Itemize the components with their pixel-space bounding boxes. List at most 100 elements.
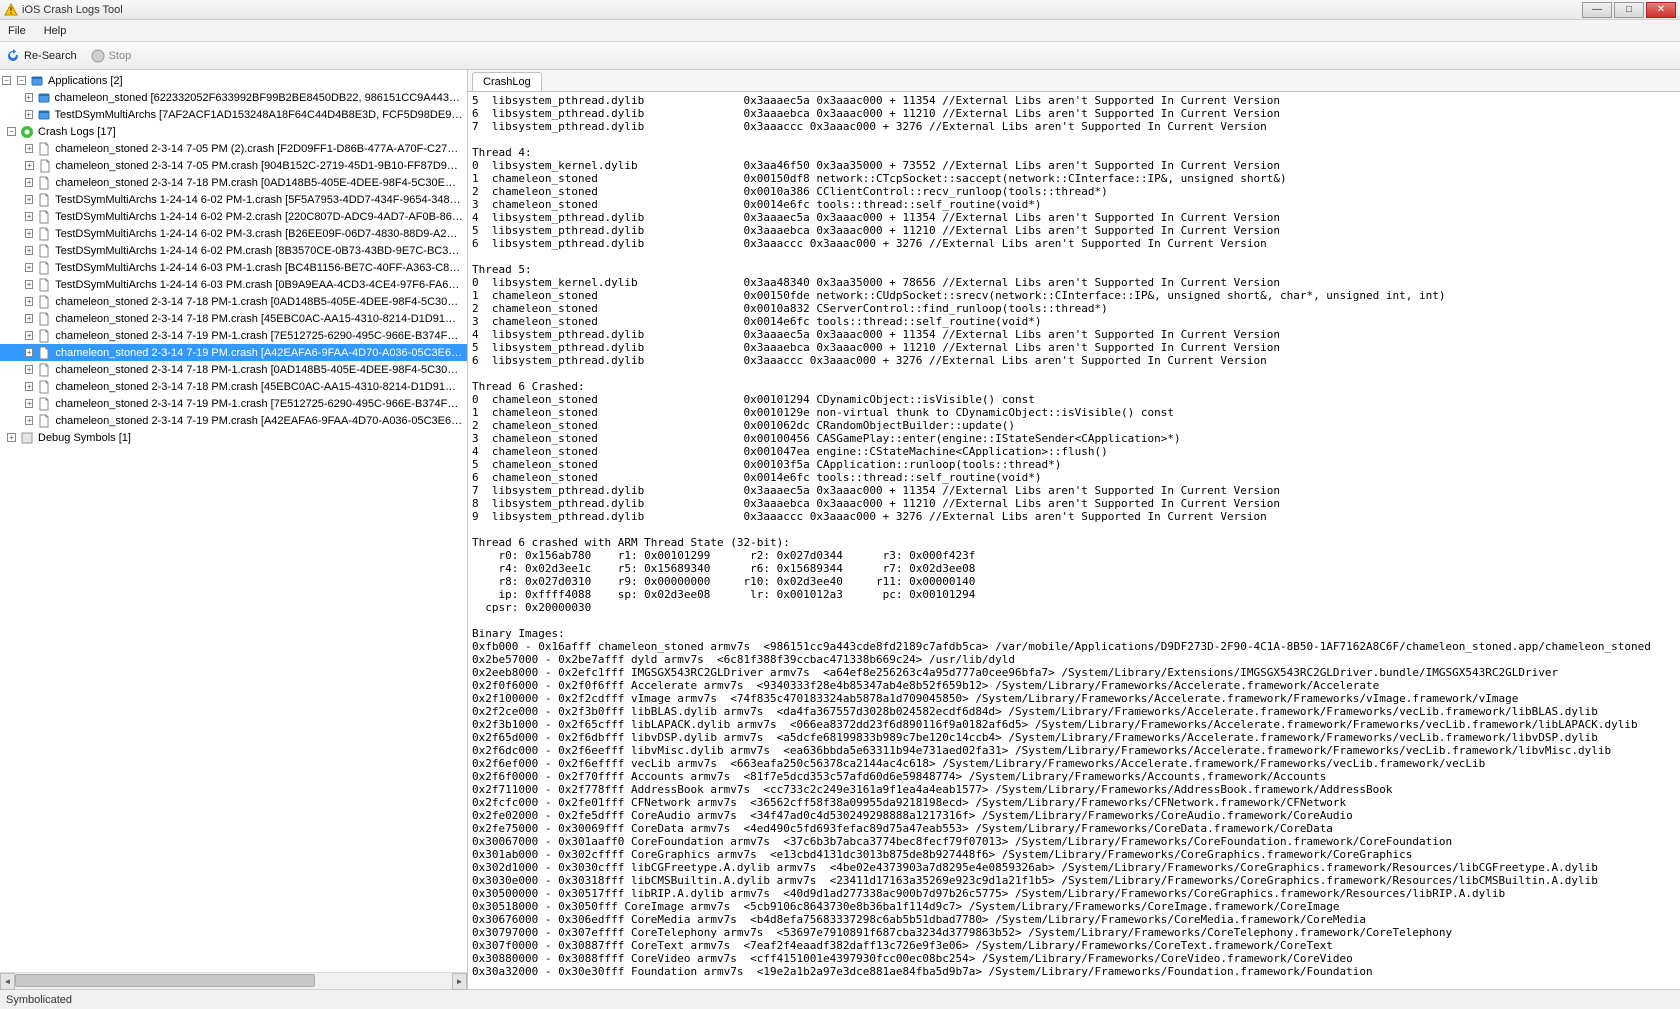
tree-view[interactable]: −−Applications [2]+chameleon_stoned [622… (0, 70, 467, 972)
expand-icon[interactable]: + (25, 161, 34, 170)
tree-crash-item[interactable]: + TestDSymMultiArchs 1-24-14 6-03 PM.cras… (0, 276, 467, 293)
tree-item-label: chameleon_stoned 2-3-14 7-18 PM.crash [4… (55, 313, 463, 325)
menu-file[interactable]: File (4, 23, 30, 39)
minimize-button[interactable]: — (1582, 2, 1612, 18)
tab-crashlog[interactable]: CrashLog (472, 72, 542, 91)
expand-icon[interactable]: + (25, 331, 33, 340)
expand-icon[interactable]: − (17, 76, 26, 85)
expand-icon[interactable]: + (25, 229, 33, 238)
scroll-right-arrow[interactable]: ► (452, 973, 467, 990)
tree-crash-item[interactable]: +TestDSymMultiArchs 1-24-14 6-03 PM-1.cr… (0, 259, 467, 276)
expand-icon[interactable]: + (25, 93, 33, 102)
tree-item-icon (36, 311, 52, 327)
tree-item-icon (36, 226, 52, 242)
tree-item-icon (36, 396, 52, 412)
tree-item-icon (36, 362, 52, 378)
refresh-icon (6, 49, 20, 63)
tree-item-label: TestDSymMultiArchs 1-24-14 6-02 PM-3.cra… (55, 228, 463, 240)
tree-item-icon (36, 345, 52, 361)
tree-crash-item[interactable]: + chameleon_stoned 2-3-14 7-19 PM-1.crash… (0, 327, 467, 344)
expand-icon[interactable]: + (25, 382, 33, 391)
tree-item-label: TestDSymMultiArchs 1-24-14 6-03 PM.crash… (55, 279, 463, 291)
tree-app-item[interactable]: +chameleon_stoned [622332052F633992BF99B… (0, 89, 467, 106)
tree-crash-item[interactable]: + chameleon_stoned 2-3-14 7-18 PM.crash [… (0, 378, 467, 395)
tree-crash-item[interactable]: +chameleon_stoned 2-3-14 7-19 PM-1.crash… (0, 395, 467, 412)
status-text: Symbolicated (6, 994, 72, 1006)
tree-item-icon (36, 328, 52, 344)
statusbar: Symbolicated (0, 989, 1680, 1009)
tree-item-label: chameleon_stoned 2-3-14 7-18 PM.crash [4… (55, 381, 463, 393)
expand-icon[interactable]: + (25, 178, 33, 187)
expand-icon[interactable]: + (25, 365, 33, 374)
menu-help[interactable]: Help (40, 23, 71, 39)
tree-root-applications[interactable]: −− Applications [2] (0, 72, 467, 89)
tree-item-label: chameleon_stoned 2-3-14 7-19 PM.crash [A… (55, 347, 463, 359)
tree-crash-item[interactable]: + chameleon_stoned 2-3-14 7-18 PM.crash [… (0, 174, 467, 191)
tree-crash-item[interactable]: +TestDSymMultiArchs 1-24-14 6-02 PM-1.cr… (0, 191, 467, 208)
expand-icon[interactable]: + (25, 110, 33, 119)
tree-crash-item[interactable]: + chameleon_stoned 2-3-14 7-18 PM.crash [… (0, 310, 467, 327)
tree-crash-item[interactable]: +chameleon_stoned 2-3-14 7-18 PM-1.crash… (0, 293, 467, 310)
tree-item-label: Applications [2] (48, 75, 123, 87)
tree-item-label: chameleon_stoned 2-3-14 7-18 PM-1.crash … (55, 364, 463, 376)
expand-icon[interactable]: + (25, 399, 33, 408)
tree-item-icon (36, 413, 52, 429)
tree-item-icon (36, 277, 52, 293)
expand-icon[interactable]: + (25, 416, 33, 425)
expand-icon[interactable]: + (25, 314, 33, 323)
tree-root-crashlogs[interactable]: − Crash Logs [17] (0, 123, 467, 140)
tree-item-label: chameleon_stoned 2-3-14 7-19 PM.crash [A… (55, 415, 463, 427)
crashlog-text-view[interactable]: 5 libsystem_pthread.dylib 0x3aaaec5a 0x3… (468, 92, 1680, 989)
app-icon (4, 3, 18, 17)
tree-crash-item[interactable]: +TestDSymMultiArchs 1-24-14 6-02 PM-2.cr… (0, 208, 467, 225)
tree-app-item[interactable]: + TestDSymMultiArchs [7AF2ACF1AD153248A18… (0, 106, 467, 123)
tree-crash-item[interactable]: +TestDSymMultiArchs 1-24-14 6-02 PM.cras… (0, 242, 467, 259)
tree-item-label: chameleon_stoned 2-3-14 7-05 PM (2).cras… (55, 143, 463, 155)
tab-bar: CrashLog (468, 70, 1680, 92)
close-button[interactable]: ✕ (1646, 2, 1676, 18)
tree-item-icon (29, 73, 45, 89)
tree-item-label: chameleon_stoned 2-3-14 7-05 PM.crash [9… (56, 160, 463, 172)
expand-icon[interactable]: + (25, 246, 33, 255)
tree-item-icon (19, 430, 35, 446)
tree-item-icon (36, 260, 52, 276)
window-title: iOS Crash Logs Tool (22, 4, 123, 16)
right-panel: CrashLog 5 libsystem_pthread.dylib 0x3aa… (468, 70, 1680, 989)
expand-icon[interactable]: + (25, 348, 33, 357)
expand-icon[interactable]: − (2, 76, 11, 85)
toolbar: Re-Search Stop (0, 42, 1680, 70)
stop-button[interactable]: Stop (91, 49, 132, 63)
tree-item-label: Debug Symbols [1] (38, 432, 131, 444)
tree-item-label: TestDSymMultiArchs [7AF2ACF1AD153248A18F… (55, 109, 463, 121)
tree-item-label: chameleon_stoned 2-3-14 7-19 PM-1.crash … (55, 330, 463, 342)
tree-item-label: chameleon_stoned 2-3-14 7-18 PM.crash [0… (55, 177, 463, 189)
tree-item-icon (36, 141, 52, 157)
expand-icon[interactable]: + (25, 280, 33, 289)
tree-item-icon (36, 294, 52, 310)
expand-icon[interactable]: + (25, 212, 33, 221)
tree-crash-item[interactable]: + chameleon_stoned 2-3-14 7-19 PM.crash [… (0, 344, 467, 361)
expand-icon[interactable]: + (25, 297, 33, 306)
tree-crash-item[interactable]: + chameleon_stoned 2-3-14 7-05 PM (2).cra… (0, 140, 467, 157)
expand-icon[interactable]: + (25, 263, 33, 272)
research-button[interactable]: Re-Search (6, 49, 77, 63)
tree-root-debugsymbols[interactable]: + Debug Symbols [1] (0, 429, 467, 446)
scroll-thumb[interactable] (15, 974, 315, 987)
maximize-button[interactable]: □ (1614, 2, 1644, 18)
stop-label: Stop (109, 50, 132, 62)
scroll-left-arrow[interactable]: ◄ (0, 973, 15, 990)
tree-item-icon (36, 175, 52, 191)
titlebar[interactable]: iOS Crash Logs Tool — □ ✕ (0, 0, 1680, 20)
tree-item-label: Crash Logs [17] (38, 126, 116, 138)
tree-item-icon (36, 209, 52, 225)
expand-icon[interactable]: + (25, 144, 33, 153)
left-panel: −−Applications [2]+chameleon_stoned [622… (0, 70, 468, 989)
horizontal-scrollbar[interactable]: ◄ ► (0, 972, 467, 989)
expand-icon[interactable]: + (7, 433, 16, 442)
expand-icon[interactable]: − (7, 127, 16, 136)
tree-crash-item[interactable]: + chameleon_stoned 2-3-14 7-05 PM.crash [… (0, 157, 467, 174)
tree-crash-item[interactable]: + chameleon_stoned 2-3-14 7-18 PM-1.crash… (0, 361, 467, 378)
tree-crash-item[interactable]: + chameleon_stoned 2-3-14 7-19 PM.crash [… (0, 412, 467, 429)
tree-crash-item[interactable]: + TestDSymMultiArchs 1-24-14 6-02 PM-3.cr… (0, 225, 467, 242)
expand-icon[interactable]: + (25, 195, 33, 204)
